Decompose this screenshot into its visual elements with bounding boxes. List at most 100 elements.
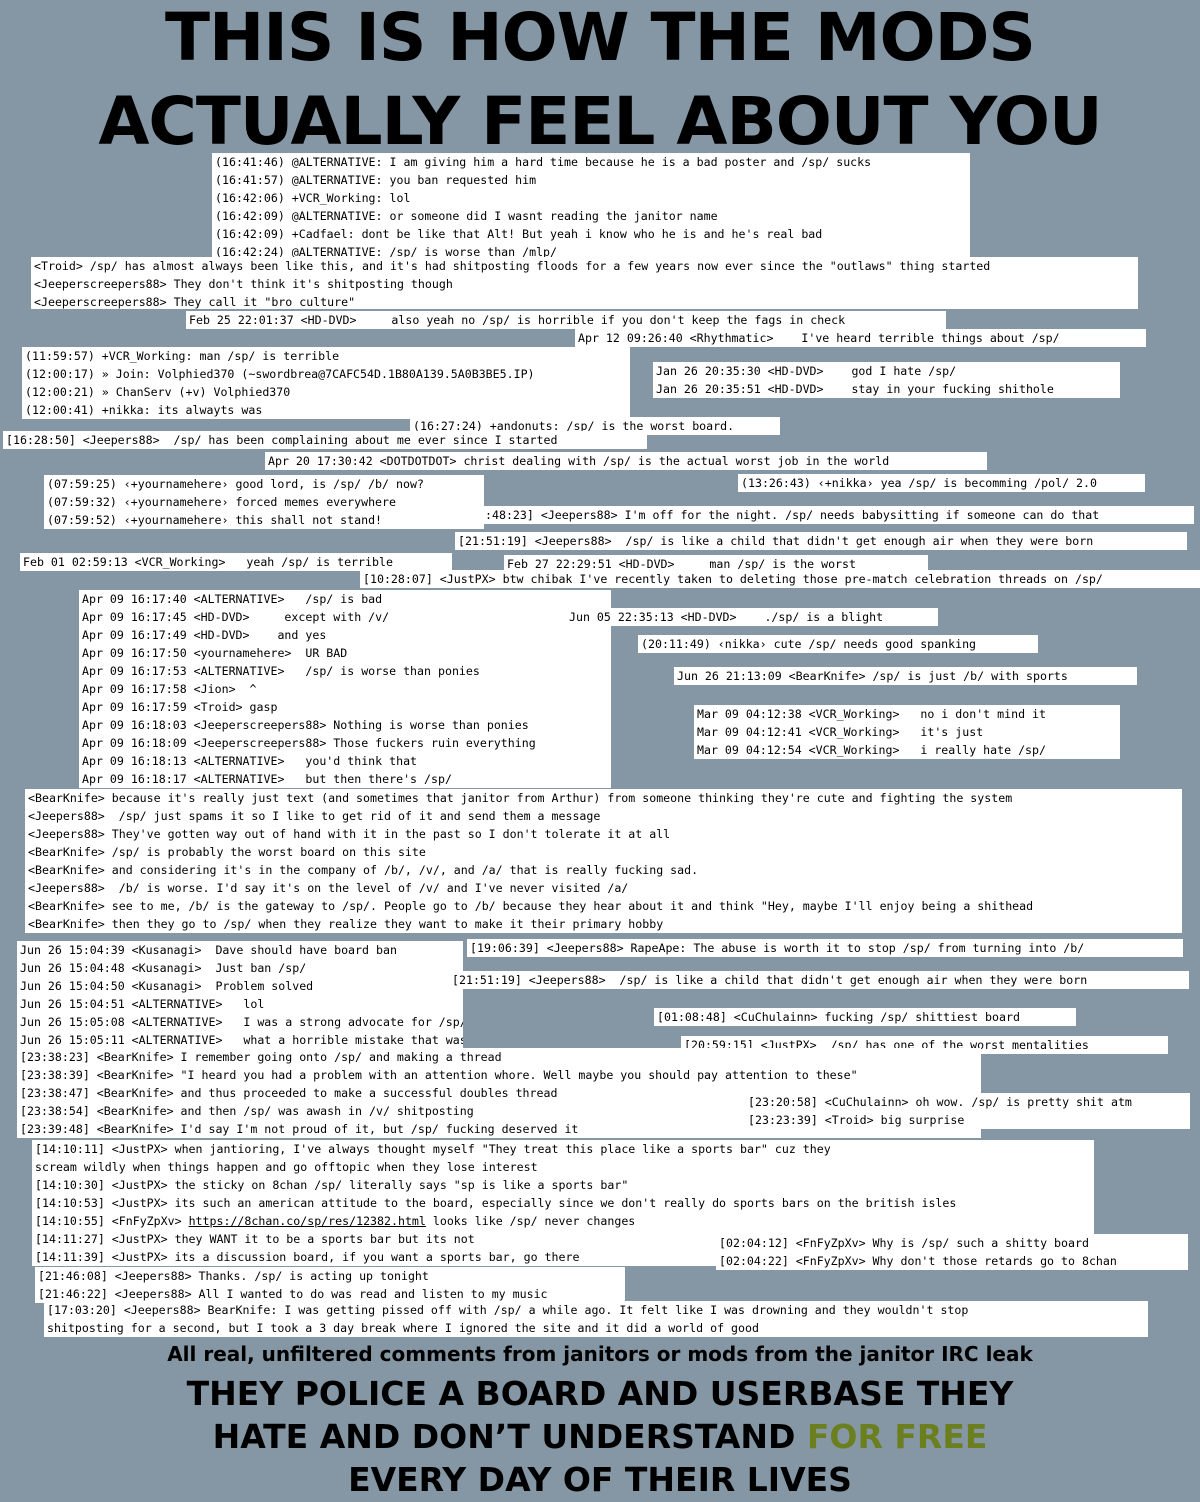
chat-line-suffix: looks like /sp/ never changes <box>425 1214 636 1228</box>
chat-log-snippet: (13:26:43) ‹+nikka› yea /sp/ is becommin… <box>738 474 1145 492</box>
caption-accent-for-free: FOR FREE <box>806 1417 988 1456</box>
chat-line: <BearKnife> /sp/ is probably the worst b… <box>28 845 426 859</box>
chat-line: [16:28:50] <Jeepers88> /sp/ has been com… <box>6 433 558 447</box>
chat-line: scream wildly when things happen and go … <box>35 1160 538 1174</box>
chat-log-snippet: [21:51:19] <Jeepers88> /sp/ is like a ch… <box>449 971 1189 989</box>
chat-line: Apr 09 16:17:59 <Troid> gasp <box>82 700 278 714</box>
headline-line-1: THIS IS HOW THE MODS <box>165 0 1036 76</box>
chat-line: Jun 26 15:04:50 <Kusanagi> Problem solve… <box>20 979 314 993</box>
headline-line-2: ACTUALLY FEEL ABOUT YOU <box>98 83 1102 160</box>
chat-log-snippet: [23:20:58] <CuChulainn> oh wow. /sp/ is … <box>745 1093 1190 1129</box>
chat-log-snippet: Jan 26 20:35:30 <HD-DVD> god I hate /sp/… <box>653 362 1120 398</box>
chat-line: [14:10:53] <JustPX> its such an american… <box>35 1196 957 1210</box>
chat-line: (16:42:09) +Cadfael: dont be like that A… <box>215 227 823 241</box>
chat-line: Apr 09 16:17:53 <ALTERNATIVE> /sp/ is wo… <box>82 664 480 678</box>
chat-line: Jun 26 15:05:08 <ALTERNATIVE> I was a st… <box>20 1015 463 1029</box>
chat-line: Feb 25 22:01:37 <HD-DVD> also yeah no /s… <box>189 313 846 327</box>
chat-line: <BearKnife> then they go to /sp/ when th… <box>28 917 664 931</box>
chat-line: shitposting for a second, but I took a 3… <box>47 1321 759 1335</box>
chat-line: Jan 26 20:35:30 <HD-DVD> god I hate /sp/ <box>656 364 957 378</box>
chat-log-snippet: Feb 01 02:59:13 <VCR_Working> yeah /sp/ … <box>20 553 452 571</box>
chat-line: Jun 26 15:04:51 <ALTERNATIVE> lol <box>20 997 265 1011</box>
chat-line: Jun 26 15:05:11 <ALTERNATIVE> what a hor… <box>20 1033 463 1047</box>
caption-line-3: EVERY DAY OF THEIR LIVES <box>348 1460 852 1499</box>
chat-line: Feb 01 02:59:13 <VCR_Working> yeah /sp/ … <box>23 555 393 569</box>
chat-line: [14:10:30] <JustPX> the sticky on 8chan … <box>35 1178 629 1192</box>
chat-log-snippet: (11:59:57) +VCR_Working: man /sp/ is ter… <box>22 347 630 419</box>
chat-line: (16:41:57) @ALTERNATIVE: you ban request… <box>215 173 537 187</box>
chat-line: [23:20:58] <CuChulainn> oh wow. /sp/ is … <box>748 1095 1132 1109</box>
chat-line: (20:11:49) ‹nikka› cute /sp/ needs good … <box>641 637 977 651</box>
chat-line: (16:42:09) @ALTERNATIVE: or someone did … <box>215 209 718 223</box>
chat-log-snippet: Apr 20 17:30:42 <DOTDOTDOT> christ deali… <box>265 452 987 470</box>
chat-line: <Jeepers88> They've gotten way out of ha… <box>28 827 671 841</box>
chat-line: (16:42:06) +VCR_Working: lol <box>215 191 411 205</box>
chat-log-snippet: [01:08:48] <CuChulainn> fucking /sp/ shi… <box>654 1008 1076 1026</box>
chat-line: <Troid> /sp/ has almost always been like… <box>34 259 991 273</box>
chat-line: Apr 09 16:17:40 <ALTERNATIVE> /sp/ is ba… <box>82 592 383 606</box>
chat-line: [21:46:08] <Jeepers88> Thanks. /sp/ is a… <box>38 1269 429 1283</box>
chat-line: (13:26:43) ‹+nikka› yea /sp/ is becommin… <box>741 476 1097 490</box>
chat-line: [02:04:12] <FnFyZpXv> Why is /sp/ such a… <box>719 1236 1089 1250</box>
chat-line: <BearKnife> see to me, /b/ is the gatewa… <box>28 899 1034 913</box>
chat-line: Apr 09 16:17:45 <HD-DVD> except with /v/ <box>82 610 390 624</box>
caption-line-2: HATE AND DON’T UNDERSTAND FOR FREE <box>0 1415 1200 1459</box>
chat-line: <BearKnife> because it's really just tex… <box>28 791 1013 805</box>
chat-line: <Jeepers88> /sp/ just spams it so I like… <box>28 809 601 823</box>
chat-line: [19:06:39] <Jeepers88> RapeApe: The abus… <box>470 941 1085 955</box>
chat-line: Jan 26 20:35:51 <HD-DVD> stay in your fu… <box>656 382 1054 396</box>
chat-log-snippet: Jun 05 22:35:13 <HD-DVD> ./sp/ is a blig… <box>566 608 938 626</box>
chat-line: [14:10:11] <JustPX> when jantioring, I'v… <box>35 1142 831 1156</box>
chat-log-snippet: Jun 26 15:04:39 <Kusanagi> Dave should h… <box>17 941 463 1049</box>
chat-line: (07:59:32) ‹+yournamehere› forced memes … <box>47 495 397 509</box>
chat-line: Mar 09 04:12:54 <VCR_Working> i really h… <box>697 743 1047 757</box>
chat-log-snippet: :48:23] <Jeepers88> I'm off for the nigh… <box>482 506 1194 524</box>
chat-line: Jun 26 21:13:09 <BearKnife> /sp/ is just… <box>677 669 1068 683</box>
chat-line: Apr 09 16:17:49 <HD-DVD> and yes <box>82 628 327 642</box>
chat-line-prefix: [14:10:55] <FnFyZpXv> <box>35 1214 189 1228</box>
chat-line: Jun 05 22:35:13 <HD-DVD> ./sp/ is a blig… <box>569 610 884 624</box>
chat-line: <BearKnife> and considering it's in the … <box>28 863 699 877</box>
chat-line: [01:08:48] <CuChulainn> fucking /sp/ shi… <box>657 1010 1020 1024</box>
chat-line: [02:04:22] <FnFyZpXv> Why don't those re… <box>719 1254 1117 1268</box>
chat-line: Apr 09 16:17:58 <Jion> ^ <box>82 682 257 696</box>
chat-log-snippet: Mar 09 04:12:38 <VCR_Working> no i don't… <box>694 705 1120 759</box>
caption-subtitle: All real, unfiltered comments from janit… <box>167 1342 1033 1366</box>
chat-link[interactable]: https://8chan.co/sp/res/12382.html <box>189 1214 426 1228</box>
chat-log-snippet: [17:03:20] <Jeepers88> BearKnife: I was … <box>44 1301 1148 1337</box>
chat-line: [23:38:23] <BearKnife> I remember going … <box>20 1050 502 1064</box>
chat-log-snippet: (16:41:46) @ALTERNATIVE: I am giving him… <box>212 153 970 257</box>
chat-line: Jun 26 15:04:39 <Kusanagi> Dave should h… <box>20 943 397 957</box>
chat-line: :48:23] <Jeepers88> I'm off for the nigh… <box>485 508 1100 522</box>
chat-line: Apr 09 16:17:50 <yournamehere> UR BAD <box>82 646 348 660</box>
chat-line: Mar 09 04:12:38 <VCR_Working> no i don't… <box>697 707 1047 721</box>
chat-log-snippet: [21:51:19] <Jeepers88> /sp/ is like a ch… <box>455 532 1187 550</box>
chat-line: Apr 12 09:26:40 <Rhythmatic> I've heard … <box>578 331 1060 345</box>
chat-line: Jun 26 15:04:48 <Kusanagi> Just ban /sp/ <box>20 961 307 975</box>
chat-line: Apr 09 16:18:03 <Jeeperscreepers88> Noth… <box>82 718 529 732</box>
caption-line-2-main: HATE AND DON’T UNDERSTAND <box>212 1417 807 1456</box>
chat-line: (12:00:21) » ChanServ (+v) Volphied370 <box>25 385 291 399</box>
chat-line: Apr 20 17:30:42 <DOTDOTDOT> christ deali… <box>268 454 890 468</box>
chat-log-snippet: <Troid> /sp/ has almost always been like… <box>31 257 1138 309</box>
chat-log-snippet: (20:11:49) ‹nikka› cute /sp/ needs good … <box>638 635 1038 653</box>
chat-log-snippet: [02:04:12] <FnFyZpXv> Why is /sp/ such a… <box>716 1234 1188 1270</box>
chat-line: Apr 09 16:18:17 <ALTERNATIVE> but then t… <box>82 772 452 786</box>
chat-line: (16:41:46) @ALTERNATIVE: I am giving him… <box>215 155 872 169</box>
chat-line: [14:10:55] <FnFyZpXv> https://8chan.co/s… <box>35 1212 1091 1230</box>
chat-log-snippet: [19:06:39] <Jeepers88> RapeApe: The abus… <box>467 939 1183 957</box>
chat-log-snippet: [16:28:50] <Jeepers88> /sp/ has been com… <box>3 431 647 449</box>
chat-line: (12:00:17) » Join: Volphied370 (~swordbr… <box>25 367 535 381</box>
chat-log-snippet: [21:46:08] <Jeepers88> Thanks. /sp/ is a… <box>35 1267 625 1303</box>
chat-line: (11:59:57) +VCR_Working: man /sp/ is ter… <box>25 349 340 363</box>
chat-line: (07:59:25) ‹+yournamehere› good lord, is… <box>47 477 424 491</box>
chat-log-snippet: Feb 25 22:01:37 <HD-DVD> also yeah no /s… <box>186 311 946 329</box>
chat-line: [23:38:39] <BearKnife> "I heard you had … <box>20 1068 858 1082</box>
chat-line: Apr 09 16:18:09 <Jeeperscreepers88> Thos… <box>82 736 536 750</box>
chat-line: Apr 09 16:18:13 <ALTERNATIVE> you'd thin… <box>82 754 418 768</box>
chat-line: (07:59:52) ‹+yournamehere› this shall no… <box>47 513 383 527</box>
chat-line: (16:42:24) @ALTERNATIVE: /sp/ is worse t… <box>215 245 558 257</box>
chat-log-snippet: [10:28:07] <JustPX> btw chibak I've rece… <box>360 570 1200 588</box>
chat-line: <Jeeperscreepers88> They call it "bro cu… <box>34 295 356 309</box>
chat-line: [23:23:39] <Troid> big surprise <box>748 1113 965 1127</box>
